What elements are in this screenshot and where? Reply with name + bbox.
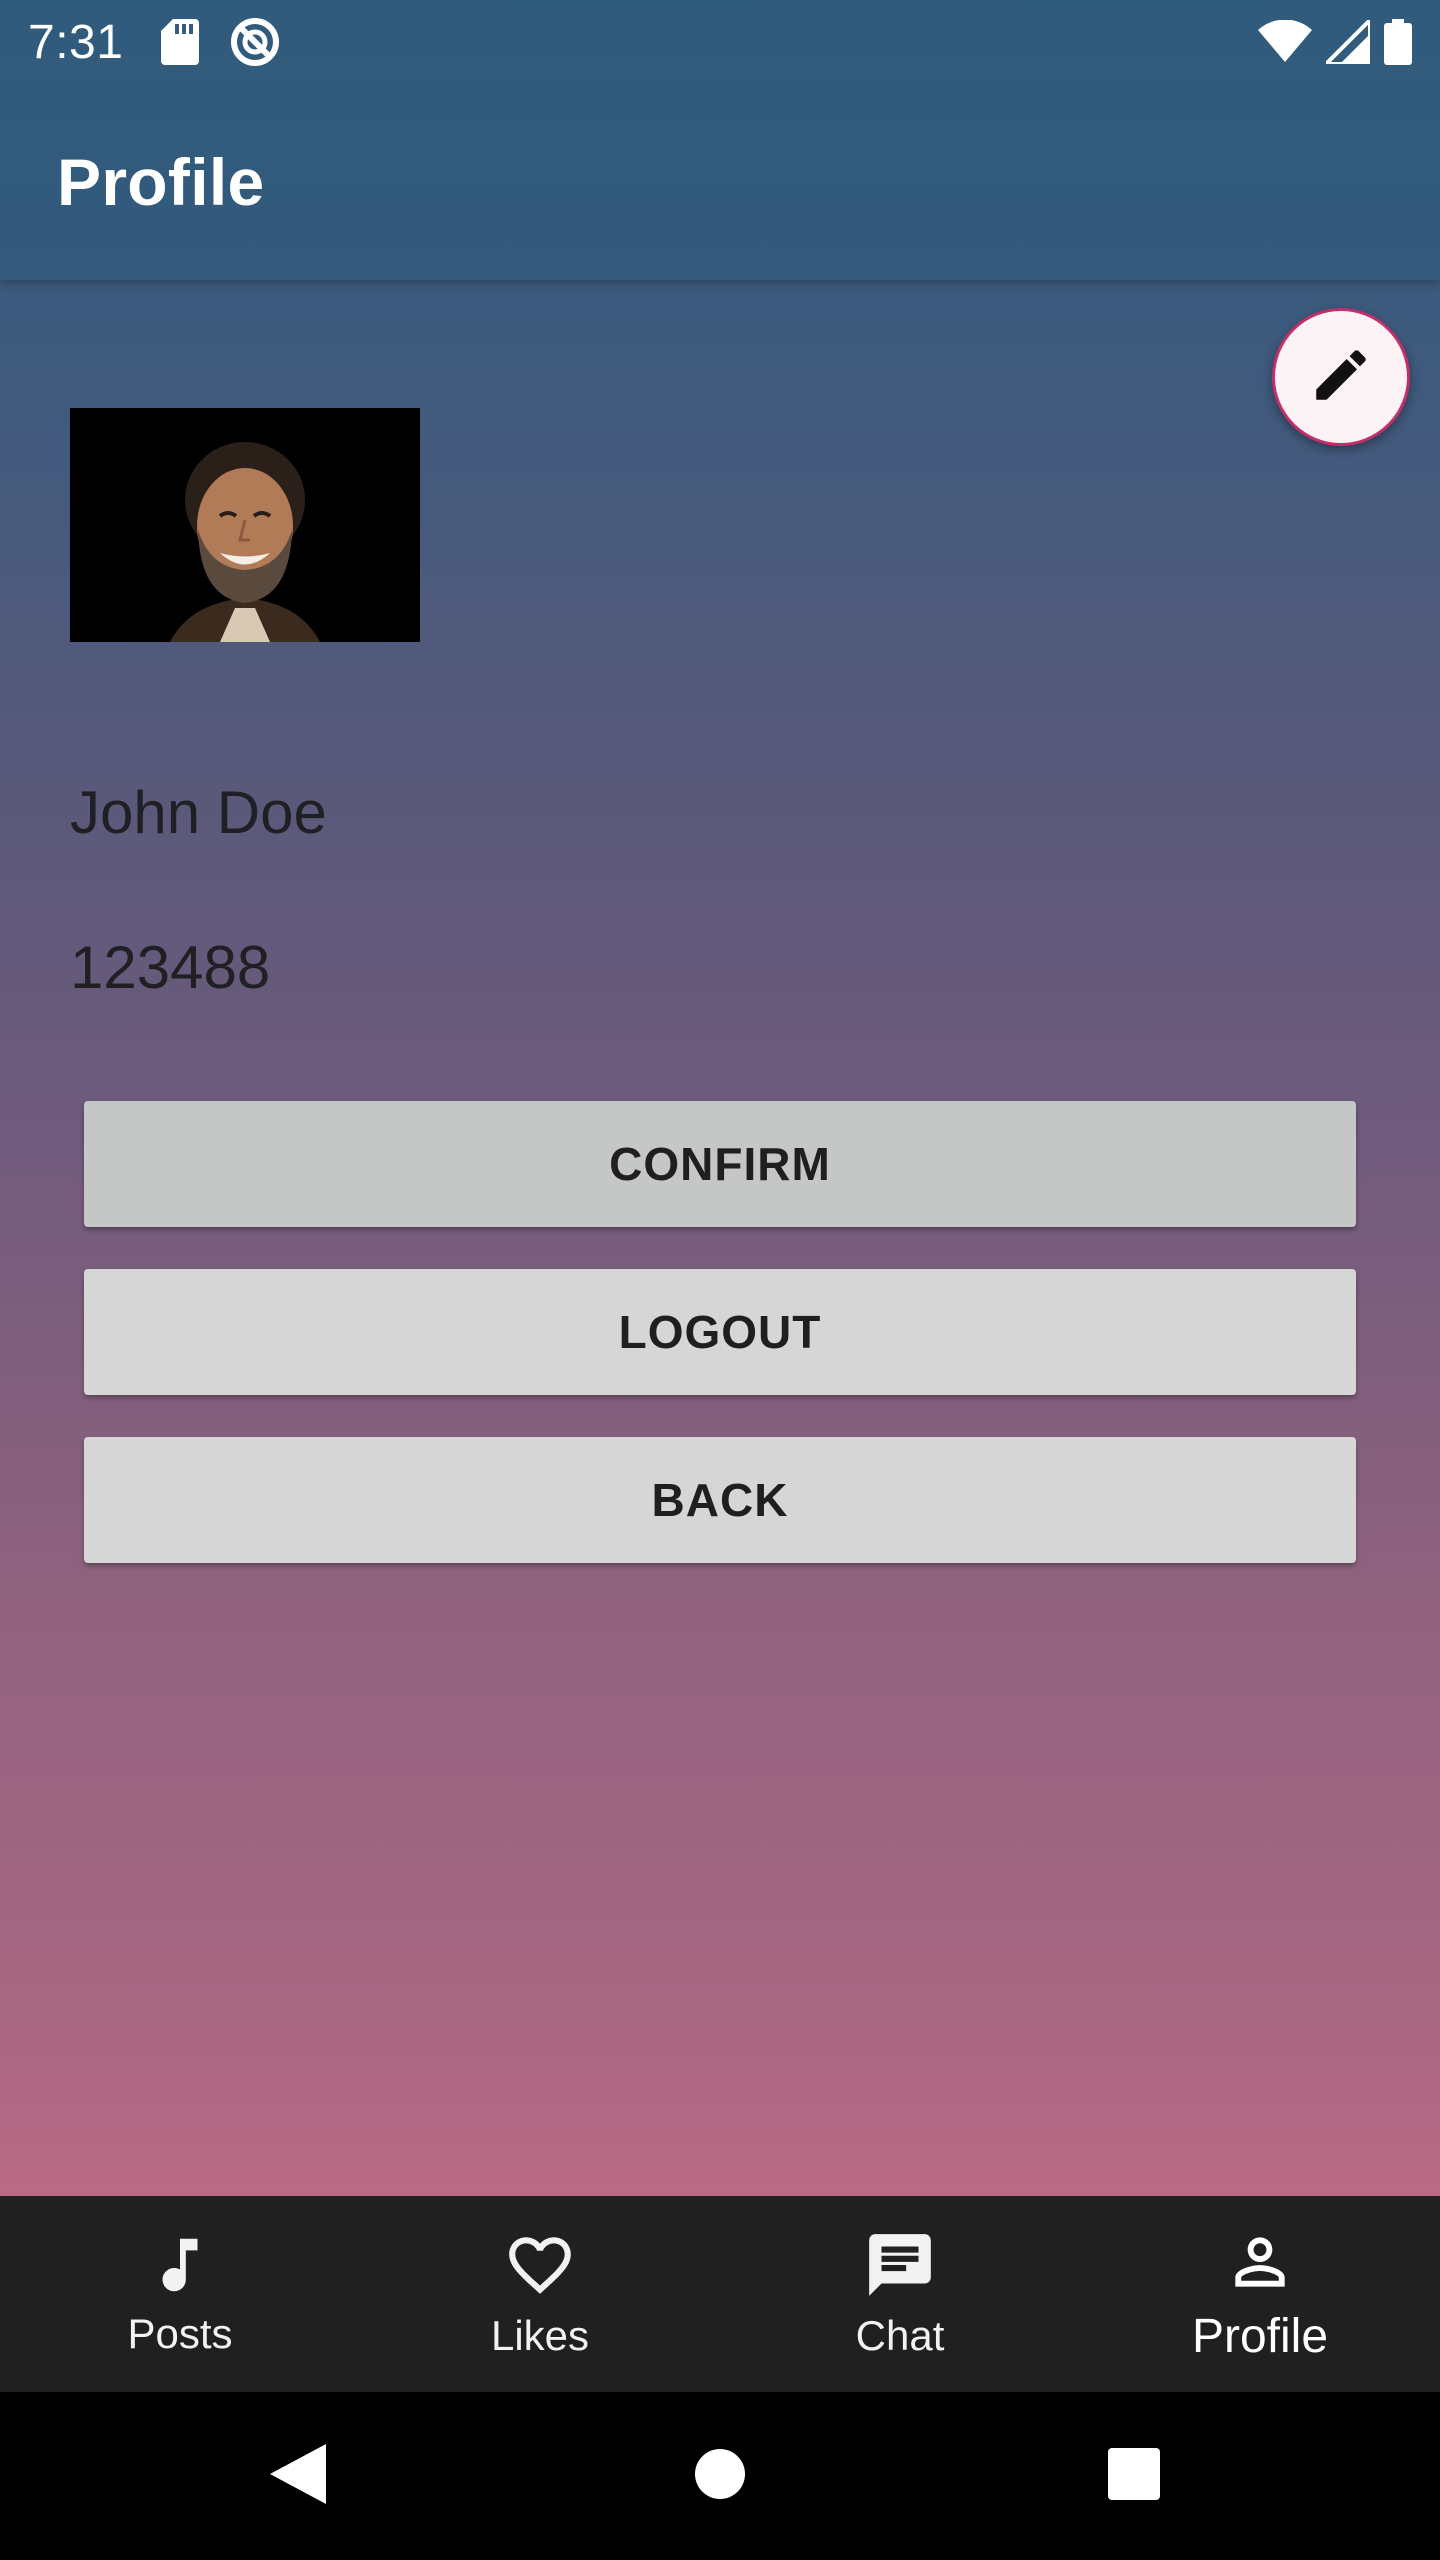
logout-button[interactable]: LOGOUT: [84, 1269, 1356, 1395]
back-icon[interactable]: [270, 2444, 326, 2509]
nav-label-likes: Likes: [490, 2312, 590, 2359]
nav-item-profile[interactable]: Profile: [1080, 2196, 1440, 2392]
nav-item-chat[interactable]: Chat: [720, 2196, 1080, 2392]
profile-photo: [70, 408, 420, 642]
person-icon: [1223, 2225, 1297, 2309]
edit-profile-button[interactable]: [1272, 308, 1410, 446]
confirm-button[interactable]: CONFIRM: [84, 1101, 1356, 1227]
sync-disabled-icon: [229, 16, 281, 68]
nav-item-likes[interactable]: Likes: [360, 2196, 720, 2392]
battery-icon: [1384, 19, 1412, 65]
sd-card-icon: [161, 19, 200, 65]
home-icon[interactable]: [694, 2448, 746, 2505]
wifi-icon: [1258, 20, 1312, 64]
status-time: 7:31: [28, 15, 124, 69]
signal-icon: [1326, 20, 1370, 64]
page-title: Profile: [57, 145, 265, 219]
profile-name: John Doe: [70, 779, 327, 846]
system-navigation-bar: [0, 2392, 1440, 2560]
heart-icon: [503, 2228, 577, 2312]
nav-label-chat: Chat: [855, 2312, 945, 2359]
status-bar: 7:31: [0, 0, 1440, 84]
app-bar: Profile: [0, 84, 1440, 280]
chat-icon: [863, 2228, 937, 2312]
nav-item-posts[interactable]: Posts: [0, 2196, 360, 2392]
bottom-navigation: Posts Likes Chat Profile: [0, 2196, 1440, 2392]
profile-id: 123488: [70, 934, 271, 1001]
nav-label-profile: Profile: [1191, 2309, 1329, 2363]
back-button[interactable]: BACK: [84, 1437, 1356, 1563]
pencil-icon: [1308, 342, 1374, 413]
recents-icon[interactable]: [1108, 2448, 1160, 2505]
nav-label-posts: Posts: [127, 2310, 233, 2357]
music-note-icon: [145, 2230, 215, 2310]
